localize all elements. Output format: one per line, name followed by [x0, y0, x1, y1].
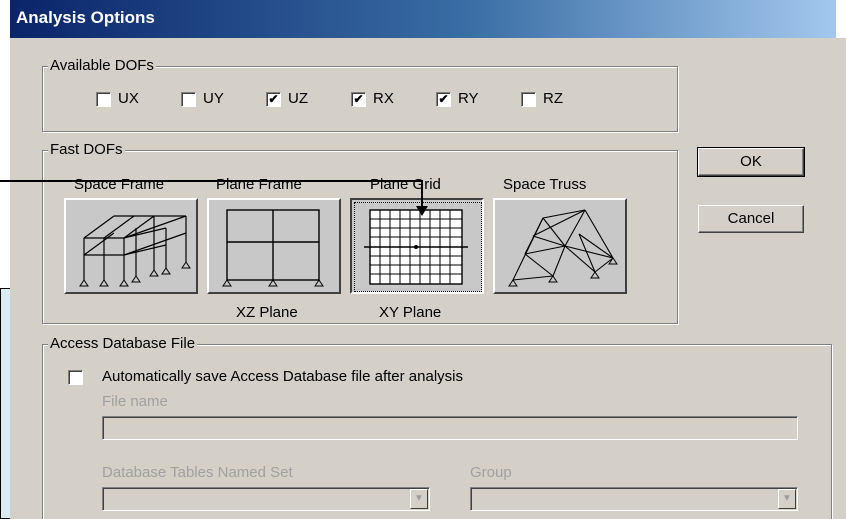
annotation-arrow	[0, 180, 428, 216]
